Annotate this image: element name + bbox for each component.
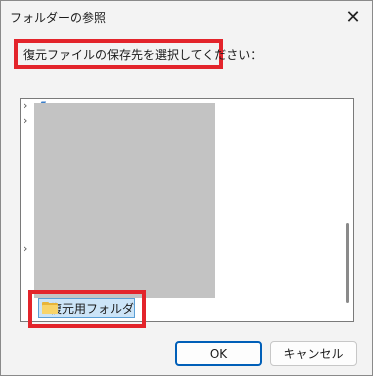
redacted-tree-items	[34, 103, 215, 298]
chevron-right-icon[interactable]: ›	[23, 243, 33, 255]
cancel-button[interactable]: キャンセル	[270, 341, 357, 366]
close-button[interactable]: ✕	[338, 3, 368, 31]
chevron-right-icon[interactable]: ›	[23, 100, 33, 112]
ok-button[interactable]: OK	[175, 341, 262, 366]
close-icon: ✕	[345, 6, 361, 28]
folder-tree-view[interactable]: › ▰ › › 復元用フォルダ	[20, 98, 354, 322]
folder-selection-highlight	[28, 290, 146, 328]
browse-folder-dialog: フォルダーの参照 ✕ 復元ファイルの保存先を選択してください： › ▰ › › …	[0, 0, 373, 376]
dialog-title: フォルダーの参照	[10, 11, 107, 25]
title-bar[interactable]: フォルダーの参照 ✕	[1, 1, 372, 33]
chevron-right-icon[interactable]: ›	[23, 115, 33, 127]
vertical-scrollbar[interactable]	[346, 223, 349, 303]
instruction-text: 復元ファイルの保存先を選択してください：	[23, 47, 263, 62]
instruction-text-highlight: 復元ファイルの保存先を選択してください：	[14, 39, 262, 69]
